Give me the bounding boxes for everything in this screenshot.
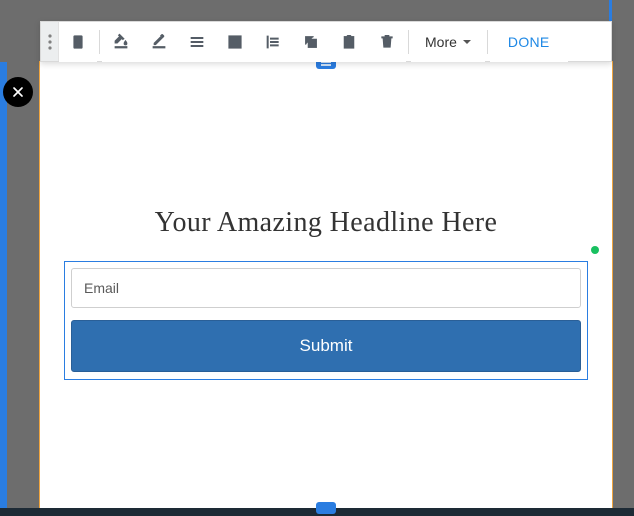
submit-button[interactable]: Submit <box>71 320 581 372</box>
form-block-selected[interactable]: Submit <box>64 261 588 380</box>
border-color-button[interactable] <box>140 22 178 62</box>
paste-button[interactable] <box>330 22 368 62</box>
editor-canvas[interactable]: Your Amazing Headline Here Submit <box>40 62 612 508</box>
fill-color-button[interactable] <box>102 22 140 62</box>
align-button[interactable] <box>178 22 216 62</box>
status-dot-icon <box>591 246 599 254</box>
delete-button[interactable] <box>368 22 406 62</box>
padding-button[interactable] <box>216 22 254 62</box>
email-input[interactable] <box>71 268 581 308</box>
vertical-marker <box>609 0 612 21</box>
toolbar-divider <box>487 30 488 54</box>
resize-tool-button[interactable] <box>59 22 97 62</box>
close-button[interactable] <box>3 77 33 107</box>
toolbar-drag-handle[interactable] <box>41 22 59 61</box>
section-handle-bottom[interactable] <box>316 502 336 514</box>
more-dropdown-button[interactable]: More <box>411 22 485 62</box>
content-area: Your Amazing Headline Here <box>40 62 612 239</box>
left-overlay-strip <box>0 62 7 508</box>
done-button[interactable]: DONE <box>490 22 568 62</box>
page-headline[interactable]: Your Amazing Headline Here <box>64 207 588 239</box>
canvas-container: Your Amazing Headline Here Submit <box>40 62 612 508</box>
toolbar-divider <box>408 30 409 54</box>
toolbar-divider <box>99 30 100 54</box>
margin-button[interactable] <box>254 22 292 62</box>
editor-toolbar: More DONE <box>40 21 612 62</box>
more-label: More <box>425 34 457 50</box>
copy-button[interactable] <box>292 22 330 62</box>
caret-down-icon <box>463 40 471 44</box>
